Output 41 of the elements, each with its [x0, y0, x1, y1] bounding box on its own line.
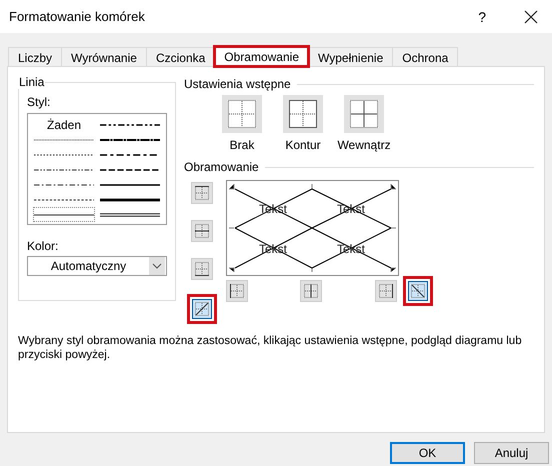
- tab[interactable]: Wyrównanie: [61, 47, 147, 66]
- style-label: Styl:: [27, 95, 52, 109]
- section-title: Obramowanie: [184, 160, 259, 174]
- border-icon: [379, 284, 393, 298]
- border-icon: [195, 302, 209, 316]
- tab[interactable]: Ochrona: [392, 47, 458, 66]
- ok-button[interactable]: OK: [390, 442, 465, 464]
- border-button[interactable]: [403, 276, 433, 306]
- border-icon: [411, 284, 425, 298]
- border-icon: [195, 224, 209, 238]
- line-sample-icon: [100, 196, 160, 204]
- border-preset-icon: [228, 100, 256, 128]
- section-title: Ustawienia wstępne: [184, 77, 291, 91]
- tab[interactable]: Obramowanie: [214, 46, 309, 67]
- style-list[interactable]: Żaden: [27, 113, 167, 225]
- border-icon: [230, 284, 244, 298]
- cancel-button[interactable]: Anuluj: [474, 442, 549, 464]
- style-option[interactable]: Żaden: [33, 117, 95, 133]
- color-label: Kolor:: [27, 239, 60, 253]
- help-button[interactable]: ?: [478, 8, 486, 24]
- group-title: Linia: [18, 75, 46, 89]
- preset-button[interactable]: [344, 95, 384, 133]
- preset-button[interactable]: [283, 95, 323, 133]
- line-style-option[interactable]: [33, 207, 95, 222]
- preset-label: Brak: [230, 138, 254, 152]
- preset-button[interactable]: [222, 95, 262, 133]
- border-preset-icon: [289, 100, 317, 128]
- border-button[interactable]: [187, 294, 217, 324]
- border-icon: [304, 284, 318, 298]
- window-title: Formatowanie komórek: [9, 9, 146, 24]
- close-icon[interactable]: [524, 10, 538, 24]
- border-icon: [195, 262, 209, 276]
- border-icon: [195, 186, 209, 200]
- color-dropdown[interactable]: Automatyczny: [27, 256, 167, 276]
- border-preset-icon: [350, 100, 378, 128]
- preset-label: Wewnątrz: [337, 138, 391, 152]
- line-sample-icon: [100, 210, 160, 218]
- preset-label: Kontur: [285, 138, 321, 152]
- tab[interactable]: Wypełnienie: [308, 47, 394, 66]
- description-text: Wybrany styl obramowania można zastosować, klikając ustawienia wstępne, podgląd diagramu lub przyciski powyżej.: [18, 334, 523, 362]
- tab[interactable]: Liczby: [8, 47, 62, 66]
